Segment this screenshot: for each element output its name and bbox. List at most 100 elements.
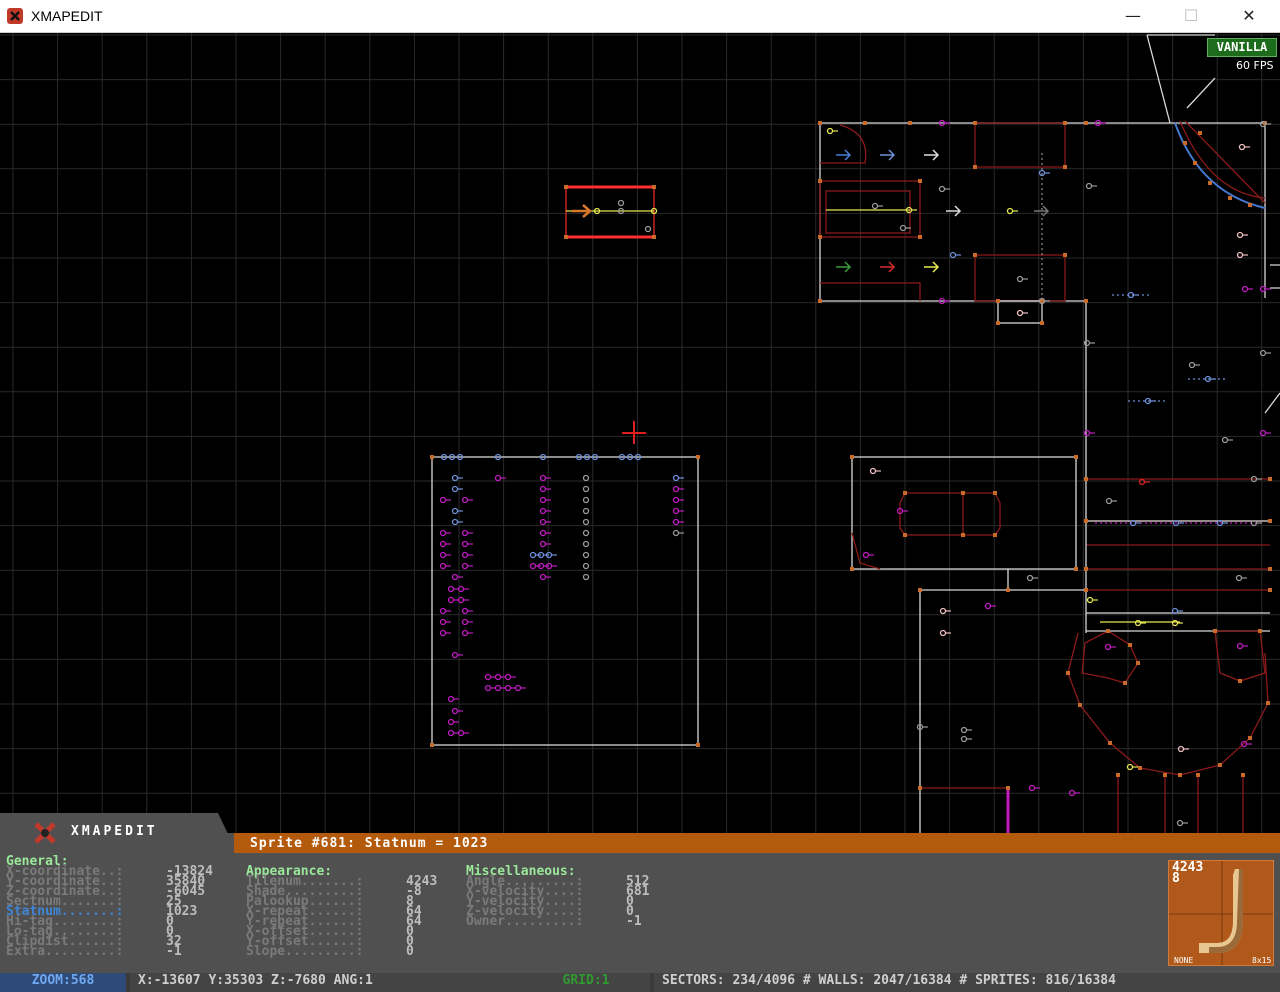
wall-vertex bbox=[1128, 643, 1132, 647]
sprite-marker bbox=[514, 684, 522, 692]
wall-vertex bbox=[1198, 131, 1202, 135]
sprite-marker bbox=[826, 127, 834, 135]
wall-vertex bbox=[1006, 786, 1010, 790]
wall-vertex bbox=[973, 121, 977, 125]
window-title: XMAPEDIT bbox=[31, 8, 103, 24]
sprite-marker bbox=[862, 551, 870, 559]
wall-vertex bbox=[1084, 299, 1088, 303]
map-canvas[interactable] bbox=[0, 33, 1280, 833]
sprite-marker bbox=[1105, 497, 1113, 505]
wall-vertex bbox=[1136, 661, 1140, 665]
sprite-marker bbox=[1188, 361, 1196, 369]
sprite-marker bbox=[539, 518, 547, 526]
sprite-marker bbox=[451, 651, 459, 659]
sprite-marker bbox=[539, 496, 547, 504]
sprite-marker bbox=[871, 202, 879, 210]
general-property-row[interactable]: Extra.........: -1 bbox=[6, 945, 182, 958]
sprite-marker bbox=[539, 507, 547, 515]
wall-vertex bbox=[818, 235, 822, 239]
wall-vertex bbox=[1063, 165, 1067, 169]
wall-vertex bbox=[1040, 321, 1044, 325]
sprite-marker bbox=[484, 684, 492, 692]
wall-vertex bbox=[1108, 741, 1112, 745]
wall-vertex bbox=[1208, 181, 1212, 185]
sprite-marker bbox=[582, 529, 590, 537]
wall-vertex bbox=[1163, 773, 1167, 777]
sprite-marker bbox=[494, 474, 502, 482]
sprite-marker bbox=[1006, 207, 1014, 215]
sprite-marker bbox=[461, 551, 469, 559]
wall-vertex bbox=[818, 299, 822, 303]
sprite-marker bbox=[1085, 182, 1093, 190]
sprite-marker bbox=[1083, 339, 1091, 347]
preview-none-label: NONE bbox=[1174, 956, 1194, 965]
property-value: -1 bbox=[626, 914, 642, 929]
crosshair-cursor bbox=[622, 421, 646, 444]
sprite-marker bbox=[439, 618, 447, 626]
sprite-marker bbox=[447, 718, 455, 726]
sprite-marker bbox=[672, 485, 680, 493]
sprite-marker bbox=[461, 496, 469, 504]
sprite-marker bbox=[672, 507, 680, 515]
wall-vertex bbox=[1268, 477, 1272, 481]
sprite-marker bbox=[1134, 619, 1142, 627]
wall-vertex bbox=[961, 491, 965, 495]
sprite-marker bbox=[447, 596, 455, 604]
misc-section: Miscellaneous: Angle.........: 512 X-veloci… bbox=[466, 865, 649, 928]
sprite-marker bbox=[1241, 285, 1249, 293]
wall-vertex bbox=[918, 179, 922, 183]
sprite-marker bbox=[582, 496, 590, 504]
sprite-marker bbox=[869, 467, 877, 475]
sprite-marker bbox=[439, 540, 447, 548]
sprite-marker bbox=[439, 629, 447, 637]
sprite-marker bbox=[1259, 429, 1267, 437]
map-viewport[interactable]: VANILLA 60 FPS bbox=[0, 33, 1280, 833]
sprite-marker bbox=[672, 474, 680, 482]
sprite-marker bbox=[529, 562, 537, 570]
wall-vertex bbox=[996, 321, 1000, 325]
sprite-marker bbox=[582, 507, 590, 515]
sprite-marker bbox=[461, 618, 469, 626]
wall-vertex bbox=[1006, 588, 1010, 592]
wall-vertex bbox=[818, 179, 822, 183]
sprite-marker bbox=[582, 540, 590, 548]
sprite-marker bbox=[1176, 819, 1184, 827]
sprite-marker bbox=[494, 684, 502, 692]
sprite-marker bbox=[949, 251, 957, 259]
sprite-marker bbox=[1236, 231, 1244, 239]
sprite-marker bbox=[539, 474, 547, 482]
sprite-marker bbox=[1028, 784, 1036, 792]
wall-vertex bbox=[818, 121, 822, 125]
sprite-marker bbox=[539, 540, 547, 548]
wall-vertex bbox=[1084, 519, 1088, 523]
sprite-marker bbox=[451, 573, 459, 581]
sprite-marker bbox=[960, 726, 968, 734]
wall-vertex bbox=[1193, 161, 1197, 165]
wall-vertex bbox=[993, 533, 997, 537]
sprite-marker bbox=[1171, 619, 1179, 627]
sprite-marker bbox=[984, 602, 992, 610]
sprite-marker bbox=[461, 607, 469, 615]
sprite-marker bbox=[1026, 574, 1034, 582]
misc-property-row[interactable]: Owner.........: -1 bbox=[466, 915, 642, 928]
wall-vertex bbox=[652, 185, 656, 189]
wall-vertex bbox=[908, 121, 912, 125]
brand-label: XMAPEDIT bbox=[71, 824, 158, 839]
sprite-marker bbox=[447, 695, 455, 703]
sprite-marker bbox=[494, 673, 502, 681]
minimize-button[interactable]: — bbox=[1104, 0, 1162, 32]
sprite-marker bbox=[1016, 309, 1024, 317]
appearance-property-row[interactable]: Slope.........: 0 bbox=[246, 945, 414, 958]
mode-badge: VANILLA bbox=[1207, 38, 1277, 57]
sprite-marker bbox=[451, 518, 459, 526]
maximize-button[interactable]: ☐ bbox=[1162, 0, 1220, 32]
close-button[interactable]: ✕ bbox=[1220, 0, 1278, 32]
wall-vertex bbox=[696, 743, 700, 747]
map-counts: SECTORS: 234/4096 # WALLS: 2047/16384 # … bbox=[654, 973, 1280, 992]
sprite-marker bbox=[1138, 478, 1146, 486]
object-header-title: Sprite #681: Statnum = 1023 bbox=[250, 836, 489, 851]
sprite-marker bbox=[582, 562, 590, 570]
app-icon bbox=[7, 8, 23, 24]
sprite-marker bbox=[447, 585, 455, 593]
sprite-marker bbox=[439, 562, 447, 570]
